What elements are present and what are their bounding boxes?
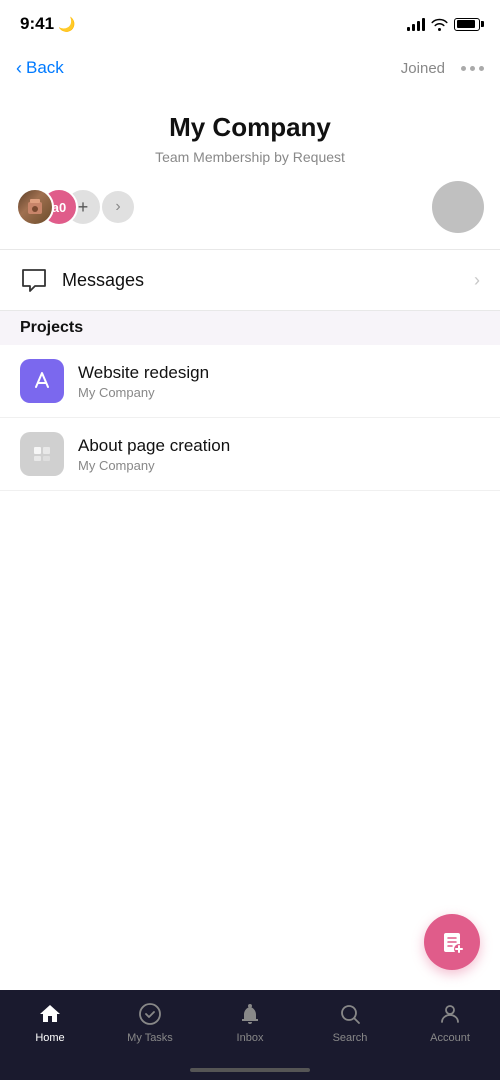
project-icon-purple: [20, 359, 64, 403]
nav-bar: ‹ Back Joined: [0, 44, 500, 92]
nav-label-account: Account: [430, 1032, 470, 1044]
add-icon: +: [78, 197, 89, 218]
messages-row[interactable]: Messages ›: [0, 250, 500, 310]
nav-item-account[interactable]: Account: [400, 1000, 500, 1044]
nav-label-inbox: Inbox: [237, 1032, 264, 1044]
projects-title: Projects: [20, 319, 83, 336]
messages-label: Messages: [62, 270, 144, 291]
project-name: About page creation: [78, 436, 230, 456]
wifi-icon: [431, 18, 448, 31]
chevron-right-icon: ›: [474, 270, 480, 291]
message-bubble-icon: [20, 266, 48, 294]
messages-left: Messages: [20, 266, 144, 294]
avatar-placeholder: [432, 181, 484, 233]
nav-label-my-tasks: My Tasks: [127, 1032, 173, 1044]
nav-label-search: Search: [333, 1032, 368, 1044]
back-button[interactable]: ‹ Back: [16, 58, 64, 79]
home-icon: [36, 1000, 64, 1028]
signal-icon: [407, 17, 425, 31]
nav-item-home[interactable]: Home: [0, 1000, 100, 1044]
project-list: Website redesign My Company About page c…: [0, 345, 500, 491]
account-icon: [436, 1000, 464, 1028]
project-icon-gray: [20, 432, 64, 476]
back-chevron-icon: ‹: [16, 58, 22, 79]
project-info: About page creation My Company: [78, 436, 230, 473]
status-bar: 9:41 🌙: [0, 0, 500, 44]
battery-icon: [454, 18, 480, 31]
more-options-button[interactable]: [461, 66, 484, 71]
bottom-nav: Home My Tasks Inbox Search: [0, 990, 500, 1080]
team-subtitle: Team Membership by Request: [155, 149, 345, 165]
back-label: Back: [26, 58, 64, 78]
nav-item-my-tasks[interactable]: My Tasks: [100, 1000, 200, 1044]
inbox-icon: [236, 1000, 264, 1028]
members-avatars[interactable]: a0 + ›: [16, 188, 134, 226]
home-indicator: [190, 1068, 310, 1072]
team-name: My Company: [169, 112, 331, 143]
project-team: My Company: [78, 385, 209, 400]
project-item[interactable]: Website redesign My Company: [0, 345, 500, 418]
see-more-members[interactable]: ›: [102, 191, 134, 223]
joined-status: Joined: [401, 60, 445, 77]
project-item[interactable]: About page creation My Company: [0, 418, 500, 491]
chevron-right-icon: ›: [115, 198, 120, 216]
project-team: My Company: [78, 458, 230, 473]
nav-item-search[interactable]: Search: [300, 1000, 400, 1044]
avatar: [16, 188, 54, 226]
project-name: Website redesign: [78, 363, 209, 383]
project-info: Website redesign My Company: [78, 363, 209, 400]
status-time: 9:41: [20, 14, 54, 34]
moon-icon: 🌙: [58, 16, 75, 33]
team-header: My Company Team Membership by Request a0…: [0, 92, 500, 249]
create-task-fab[interactable]: [424, 914, 480, 970]
projects-section-header: Projects: [0, 311, 500, 345]
nav-label-home: Home: [35, 1032, 64, 1044]
status-icons: [407, 17, 480, 31]
search-icon: [336, 1000, 364, 1028]
my-tasks-icon: [136, 1000, 164, 1028]
nav-item-inbox[interactable]: Inbox: [200, 1000, 300, 1044]
nav-right: Joined: [401, 60, 484, 77]
